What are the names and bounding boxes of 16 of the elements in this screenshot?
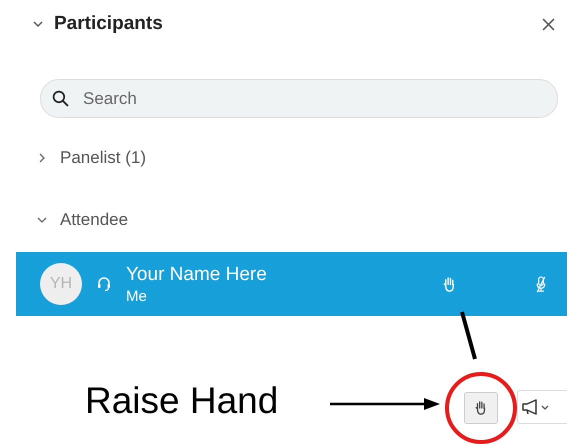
megaphone-icon xyxy=(521,399,551,415)
callout-label: Raise Hand xyxy=(85,380,278,422)
raise-hand-button[interactable] xyxy=(464,392,498,424)
participant-role: Me xyxy=(126,288,148,304)
close-icon[interactable] xyxy=(542,18,555,30)
panel-title: Participants xyxy=(54,13,164,35)
headset-icon xyxy=(96,276,112,292)
participant-name: Your Name Here xyxy=(126,264,268,286)
search-field[interactable]: Search xyxy=(40,79,558,118)
group-header[interactable]: Panelist (1) xyxy=(0,146,567,170)
muted-mic-icon[interactable] xyxy=(535,276,547,292)
hand-icon xyxy=(474,400,488,416)
hand-icon[interactable] xyxy=(442,276,457,292)
group-header[interactable]: Attendee xyxy=(0,208,567,232)
megaphone-button[interactable] xyxy=(517,390,567,424)
avatar: YH xyxy=(40,263,82,305)
